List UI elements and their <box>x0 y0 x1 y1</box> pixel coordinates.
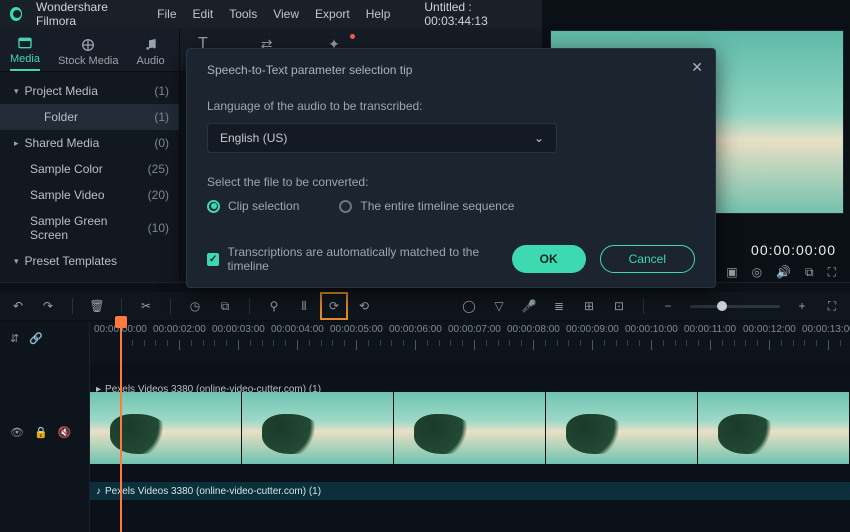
auto-sync-icon[interactable]: ⟲ <box>356 298 372 314</box>
timeline-toolbar: ↶ ↷ 🗑 ✂ ◷ ⧉ ⚲ ⫴ ⟳ ⟲ ◯ ▽ 🎤 ≣ ⊞ ⊡ − + ⛶ <box>0 292 850 320</box>
timeline-side: ⇵ 🔗 👁 🔒 🔇 <box>0 322 90 532</box>
zoom-slider[interactable] <box>690 305 780 308</box>
app-logo-icon <box>10 7 22 21</box>
split-icon[interactable]: ✂ <box>138 298 154 314</box>
media-tabs: Media Stock Media Audio <box>0 28 179 72</box>
audio-clip-label[interactable]: ♪ Pexels Videos 3380 (online-video-cutte… <box>90 482 850 500</box>
radio-clip-selection[interactable]: Clip selection <box>207 199 299 213</box>
chevron-down-icon: ⌄ <box>534 131 544 145</box>
mute-icon[interactable]: 🔇 <box>58 426 72 439</box>
menu-view[interactable]: View <box>273 7 299 21</box>
keyframe-icon[interactable]: ⊞ <box>581 298 597 314</box>
track-add-icon[interactable]: ⊡ <box>611 298 627 314</box>
redo-icon[interactable]: ↷ <box>40 298 56 314</box>
undo-icon[interactable]: ↶ <box>10 298 26 314</box>
ruler-timecode: 00:00:09:00 <box>566 324 619 335</box>
file-select-label: Select the file to be converted: <box>207 175 695 189</box>
ok-button[interactable]: OK <box>512 245 586 273</box>
ruler-timecode: 00:00:06:00 <box>389 324 442 335</box>
ruler-timecode: 00:00:08:00 <box>507 324 560 335</box>
camera-icon[interactable]: ◎ <box>752 265 762 279</box>
lock-icon[interactable]: 🔒 <box>34 426 48 439</box>
snapshot-icon[interactable]: ▣ <box>726 265 737 279</box>
ruler-timecode: 00:00:11:00 <box>684 324 736 335</box>
menu-help[interactable]: Help <box>366 7 391 21</box>
link-icon[interactable]: 🔗 <box>29 332 43 345</box>
speech-to-text-dialog: Speech-to-Text parameter selection tip ✕… <box>186 48 716 288</box>
fullscreen-icon[interactable]: ⛶ <box>828 265 836 280</box>
ruler-timecode: 00:00:02:00 <box>153 324 206 335</box>
timeline-tracks: ▸ Pexels Videos 3380 (online-video-cutte… <box>90 364 850 532</box>
audio-mixer-icon[interactable]: ⫴ <box>296 298 312 314</box>
preview-timecode: 00:00:00:00 <box>751 242 836 258</box>
tree-project-media[interactable]: ▾Project Media(1) <box>0 78 179 104</box>
menu-tools[interactable]: Tools <box>229 7 257 21</box>
tree-folder[interactable]: Folder(1) <box>0 104 179 130</box>
auto-match-checkbox[interactable]: ✓Transcriptions are automatically matche… <box>207 245 512 273</box>
ruler-timecode: 00:00:10:00 <box>625 324 678 335</box>
eye-icon[interactable]: 👁 <box>10 426 24 439</box>
dialog-close-icon[interactable]: ✕ <box>691 59 703 76</box>
swap-icon[interactable]: ⇵ <box>10 332 19 345</box>
project-title: Untitled : 00:03:44:13 <box>424 0 522 28</box>
speed-icon[interactable]: ◷ <box>187 298 203 314</box>
speaker-icon[interactable]: 🔊 <box>776 265 791 279</box>
tree-preset-templates[interactable]: ▾Preset Templates <box>0 248 179 274</box>
ruler-timecode: 00:00:04:00 <box>271 324 324 335</box>
zoom-out-icon[interactable]: − <box>660 298 676 314</box>
delete-icon[interactable]: 🗑 <box>89 298 105 314</box>
dialog-title: Speech-to-Text parameter selection tip <box>207 63 695 77</box>
render-icon[interactable]: ◯ <box>461 298 477 314</box>
app-name: Wondershare Filmora <box>36 0 135 28</box>
media-tree: ▾Project Media(1) Folder(1) ▸Shared Medi… <box>0 72 179 280</box>
ruler-timecode: 00:00:13:00 <box>802 324 850 335</box>
tree-sample-video[interactable]: Sample Video(20) <box>0 182 179 208</box>
menu-file[interactable]: File <box>157 7 176 21</box>
tree-sample-green-screen[interactable]: Sample Green Screen(10) <box>0 208 179 248</box>
video-track[interactable] <box>90 392 850 464</box>
menu-export[interactable]: Export <box>315 7 350 21</box>
tab-stock-media[interactable]: Stock Media <box>58 37 119 71</box>
mixer-icon[interactable]: ≣ <box>551 298 567 314</box>
tab-media[interactable]: Media <box>10 35 40 71</box>
display-settings-icon[interactable]: ⧉ <box>805 265 814 280</box>
ruler-timecode: 00:00:12:00 <box>743 324 796 335</box>
playhead[interactable] <box>120 322 122 532</box>
adjust-icon[interactable]: ⚲ <box>266 298 282 314</box>
language-label: Language of the audio to be transcribed: <box>207 99 695 113</box>
radio-entire-timeline[interactable]: The entire timeline sequence <box>339 199 514 213</box>
marker-icon[interactable]: ▽ <box>491 298 507 314</box>
media-panel: Media Stock Media Audio ▾Project Media(1… <box>0 28 180 282</box>
ruler-timecode: 00:00:07:00 <box>448 324 501 335</box>
zoom-fit-icon[interactable]: ⛶ <box>824 298 840 314</box>
ruler-timecode: 00:00:03:00 <box>212 324 265 335</box>
menu-edit[interactable]: Edit <box>193 7 214 21</box>
record-icon[interactable]: 🎤 <box>521 298 537 314</box>
tree-shared-media[interactable]: ▸Shared Media(0) <box>0 130 179 156</box>
menu-bar: File Edit Tools View Export Help <box>157 7 390 21</box>
crop-icon[interactable]: ⧉ <box>217 298 233 314</box>
tab-audio[interactable]: Audio <box>137 37 165 71</box>
ruler-timecode: 00:00:05:00 <box>330 324 383 335</box>
cancel-button[interactable]: Cancel <box>600 245 695 273</box>
timeline-ruler[interactable]: 00:00:00:0000:00:02:0000:00:03:0000:00:0… <box>90 322 850 364</box>
speech-to-text-icon[interactable]: ⟳ <box>326 298 342 314</box>
language-select[interactable]: English (US)⌄ <box>207 123 557 153</box>
tree-sample-color[interactable]: Sample Color(25) <box>0 156 179 182</box>
zoom-in-icon[interactable]: + <box>794 298 810 314</box>
